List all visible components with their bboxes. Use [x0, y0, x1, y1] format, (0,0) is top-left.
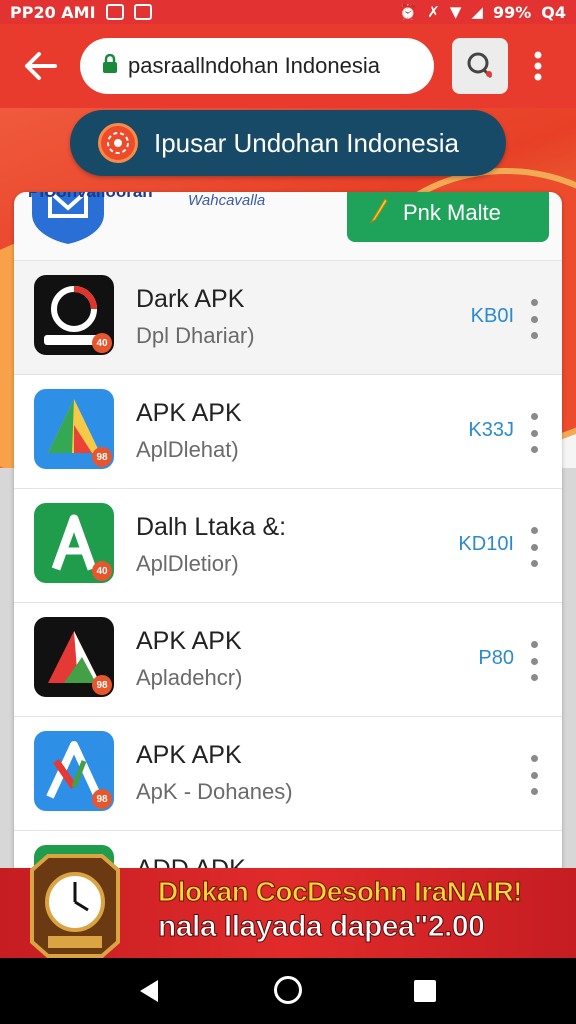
wifi-icon: ▼ — [449, 2, 462, 21]
more-options-icon[interactable] — [524, 755, 544, 795]
search-button[interactable] — [452, 38, 508, 94]
apk-triangle-icon: 98 — [34, 389, 114, 469]
app-name: APK APK — [136, 627, 242, 655]
app-description: AplDletior) — [136, 551, 239, 576]
system-navigation-bar — [0, 958, 576, 1024]
app-description: Dpl Dhariar) — [136, 323, 255, 348]
list-item[interactable]: 98 APK APK Apladehcr) P80 — [14, 602, 562, 716]
status-extra-text: Q4 — [541, 2, 566, 22]
status-time: PP20 AMI — [10, 2, 96, 22]
app-description: ApK - Dohanes) — [136, 779, 293, 804]
promo-label: Pnk Malte — [403, 200, 501, 225]
url-text: pasraallndohan Indonesia — [128, 53, 380, 78]
app-name: APK APK — [136, 399, 242, 427]
app-list-card: PIUonvalloorah Wahcavalla Pnk Malte 40 D… — [14, 192, 562, 882]
search-icon — [467, 52, 493, 79]
site-name: PIUonvalloorah — [28, 192, 153, 202]
nav-back-icon[interactable] — [136, 978, 162, 1004]
promo-button[interactable]: Pnk Malte — [347, 192, 549, 242]
address-bar[interactable]: pasraallndohan Indonesia — [80, 38, 434, 94]
green-a-icon: 40 — [34, 503, 114, 583]
list-item[interactable]: 98 APK APK AplDlehat) K33J — [14, 374, 562, 488]
status-bar: PP20 AMI ⏰ ✗ ▼ ◢ 99% Q4 — [0, 0, 576, 24]
ad-banner[interactable]: Dlokan CocDesohn IraNAIR! nala Ilayada d… — [0, 854, 576, 958]
app-badge: 98 — [92, 675, 112, 695]
signal-icon: ◢ — [471, 2, 483, 21]
more-options-icon[interactable] — [524, 527, 544, 567]
app-size: K33J — [468, 419, 514, 441]
image-notification-icon — [133, 4, 152, 20]
app-size: KB0I — [470, 305, 514, 327]
card-header: PIUonvalloorah Wahcavalla Pnk Malte — [14, 192, 562, 260]
nav-home-icon[interactable] — [274, 976, 302, 1004]
site-logo-icon — [98, 123, 138, 163]
clock-icon — [24, 852, 126, 958]
alarm-icon: ⏰ — [398, 2, 418, 21]
list-item[interactable]: 98 APK APK ApK - Dohanes) — [14, 716, 562, 830]
notification-icon — [105, 4, 124, 20]
app-name: Dalh Ltaka &: — [136, 513, 287, 541]
more-options-icon[interactable] — [524, 413, 544, 453]
ad-headline: Dlokan CocDesohn IraNAIR! — [158, 876, 524, 908]
app-size: KD10I — [458, 533, 514, 555]
app-badge: 40 — [92, 333, 112, 353]
app-size: P80 — [478, 647, 514, 669]
overflow-menu-icon[interactable] — [520, 44, 556, 88]
nav-recents-icon[interactable] — [414, 980, 436, 1002]
site-subtitle: Wahcavalla — [188, 192, 266, 209]
app-name: Dark APK — [136, 285, 245, 313]
list-item[interactable]: 40 Dalh Ltaka &: AplDletior) KD10I — [14, 488, 562, 602]
more-options-icon[interactable] — [524, 641, 544, 681]
black-red-a-icon: 98 — [34, 617, 114, 697]
ad-subline: nala Ilayada dapea"2.00 — [157, 910, 485, 944]
app-name: APK APK — [136, 741, 242, 769]
site-title: Ipusar Undohan Indonesia — [154, 127, 460, 158]
app-list: 40 Dark APK Dpl Dhariar) KB0I 98 APK APK… — [14, 260, 562, 882]
app-description: AplDlehat) — [136, 437, 239, 462]
lock-icon — [102, 53, 118, 79]
pencil-icon — [369, 197, 389, 229]
blue-red-a-icon: 98 — [34, 731, 114, 811]
app-badge: 98 — [92, 789, 112, 809]
list-item[interactable]: 40 Dark APK Dpl Dhariar) KB0I — [14, 260, 562, 374]
site-badge-icon: PIUonvalloorah — [28, 192, 153, 244]
browser-toolbar: pasraallndohan Indonesia — [0, 24, 576, 108]
site-title-pill[interactable]: Ipusar Undohan Indonesia — [70, 110, 506, 176]
app-description: Apladehcr) — [136, 665, 243, 690]
app-badge: 98 — [92, 447, 112, 467]
dark-apk-icon: 40 — [34, 275, 114, 355]
do-not-disturb-icon: ✗ — [427, 2, 440, 21]
battery-text: 99% — [492, 2, 532, 22]
back-arrow-icon[interactable] — [18, 44, 62, 88]
more-options-icon[interactable] — [524, 299, 544, 339]
app-badge: 40 — [92, 561, 112, 581]
